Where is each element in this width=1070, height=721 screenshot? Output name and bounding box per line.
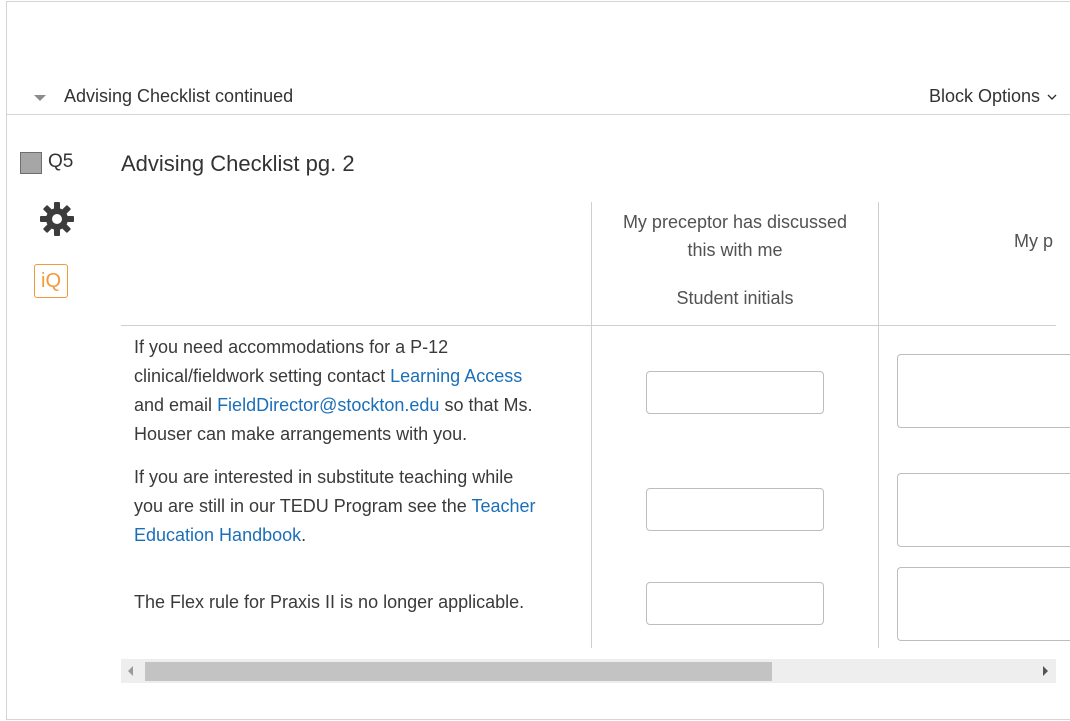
row-text-line: If you are interested in substitute teac… bbox=[134, 467, 514, 487]
card-border-bottom bbox=[6, 719, 1070, 720]
student-initials-input-row1[interactable] bbox=[646, 371, 824, 414]
question-select-checkbox[interactable] bbox=[20, 152, 42, 174]
row-text-line: Houser can make arrangements with you. bbox=[134, 424, 468, 444]
row-text-line: and email FieldDirector@stockton.edu so … bbox=[134, 391, 564, 420]
learning-access-link[interactable]: Learning Access bbox=[390, 366, 522, 386]
card-border-left bbox=[6, 1, 7, 720]
matrix-row-label: If you need accommodations for a P-12 cl… bbox=[134, 333, 564, 449]
column-header-line: My preceptor has discussed bbox=[622, 212, 848, 232]
row-text: you are still in our TEDU Program see th… bbox=[134, 496, 472, 516]
column-header-preceptor: My preceptor has discussed this with me … bbox=[592, 208, 878, 312]
row-text: so that Ms. bbox=[439, 395, 533, 415]
teacher-handbook-link[interactable]: Teacher bbox=[471, 496, 535, 516]
block-title: Advising Checklist continued bbox=[64, 86, 294, 106]
row-text: clinical/fieldwork setting contact bbox=[134, 366, 391, 386]
block-header-divider bbox=[6, 114, 1070, 115]
row-text-line: clinical/fieldwork setting contact Learn… bbox=[134, 362, 564, 391]
matrix-row-label: The Flex rule for Praxis II is no longer… bbox=[134, 588, 564, 617]
field-director-email-link[interactable]: FieldDirector@stockton.edu bbox=[217, 395, 439, 415]
scroll-left-arrow-icon[interactable] bbox=[128, 666, 133, 676]
card-border-top bbox=[6, 1, 1070, 2]
block-options-dropdown[interactable]: Block Options bbox=[929, 86, 1058, 107]
iq-score-icon[interactable]: iQ bbox=[34, 264, 68, 298]
collapse-triangle-icon[interactable] bbox=[34, 95, 46, 101]
question-number: Q5 bbox=[48, 151, 74, 172]
student-initials-input-row3[interactable] bbox=[646, 582, 824, 625]
block-options-label: Block Options bbox=[928, 86, 1040, 106]
gear-icon[interactable] bbox=[38, 200, 76, 238]
header-row-divider bbox=[121, 325, 1056, 326]
column-header-subtitle: Student initials bbox=[676, 288, 794, 308]
matrix-row-label: If you are interested in substitute teac… bbox=[134, 463, 564, 550]
block-header: Advising Checklist continued Block Optio… bbox=[28, 84, 1058, 110]
survey-editor: Advising Checklist continued Block Optio… bbox=[0, 0, 1070, 721]
row-text-line: If you need accommodations for a P-12 bbox=[134, 337, 449, 357]
scroll-right-arrow-icon[interactable] bbox=[1043, 666, 1048, 676]
row-text: . bbox=[301, 525, 307, 545]
scrollbar-thumb[interactable] bbox=[145, 662, 772, 681]
iq-label: iQ bbox=[41, 269, 61, 292]
row-text-line: The Flex rule for Praxis II is no longer… bbox=[134, 592, 525, 612]
second-column-input-row2[interactable] bbox=[897, 473, 1070, 547]
column-header-line: this with me bbox=[687, 240, 783, 260]
row-text: and email bbox=[134, 395, 218, 415]
teacher-handbook-link[interactable]: Education Handbook bbox=[134, 525, 301, 545]
row-text-line: Education Handbook. bbox=[134, 521, 564, 550]
column-header-line: My p bbox=[1014, 231, 1054, 251]
question-title: Advising Checklist pg. 2 bbox=[121, 151, 355, 176]
second-column-input-row1[interactable] bbox=[897, 354, 1070, 428]
column-divider bbox=[878, 202, 879, 648]
row-text-line: you are still in our TEDU Program see th… bbox=[134, 492, 564, 521]
column-header-second: My p bbox=[990, 227, 1070, 255]
second-column-input-row3[interactable] bbox=[897, 567, 1070, 641]
chevron-down-icon bbox=[1047, 94, 1057, 100]
student-initials-input-row2[interactable] bbox=[646, 488, 824, 531]
